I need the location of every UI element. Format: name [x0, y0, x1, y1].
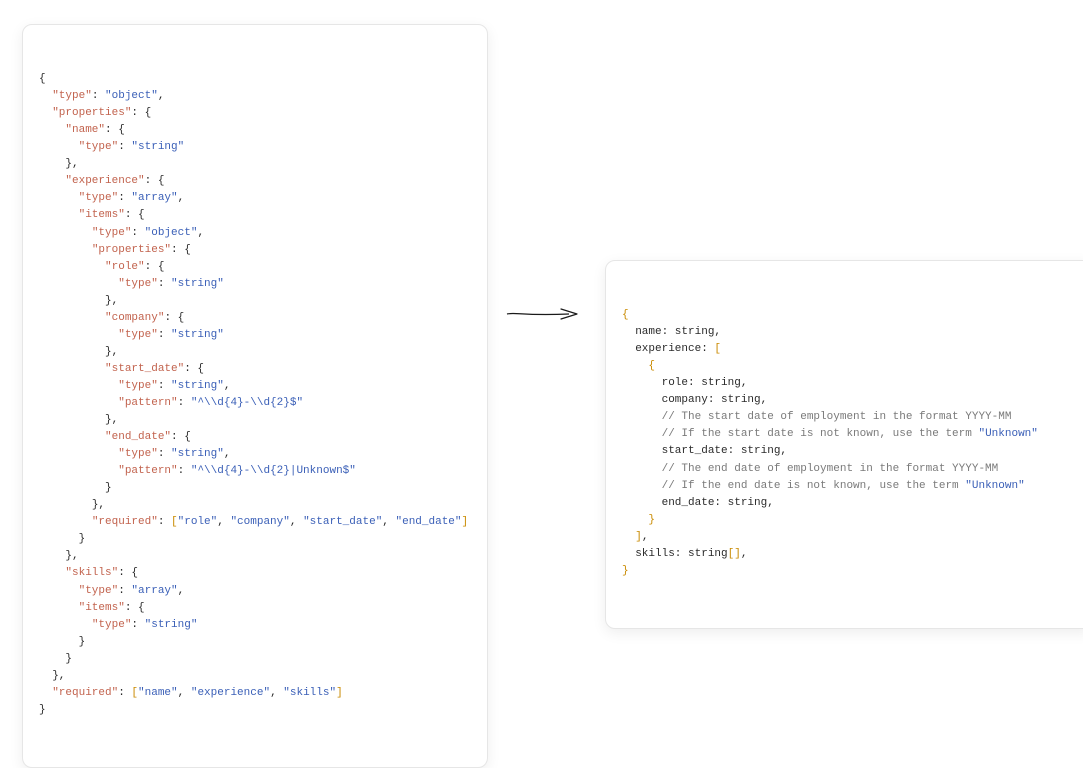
code-line: {: [622, 307, 1077, 324]
code-line: experience: [: [622, 341, 1077, 358]
code-line: }: [622, 563, 1077, 580]
code-line: "company": {: [39, 310, 471, 327]
code-line: "end_date": {: [39, 429, 471, 446]
code-line: {: [622, 358, 1077, 375]
code-line: "type": "string": [39, 327, 471, 344]
simplified-type-code: { name: string, experience: [ { role: st…: [622, 307, 1077, 580]
code-line: end_date: string,: [622, 495, 1077, 512]
code-line: },: [39, 156, 471, 173]
json-schema-code: { "type": "object", "properties": { "nam…: [39, 71, 471, 719]
code-line: "pattern": "^\\d{4}-\\d{2}$": [39, 395, 471, 412]
code-line: "properties": {: [39, 242, 471, 259]
code-line: "skills": {: [39, 565, 471, 582]
code-line: skills: string[],: [622, 546, 1077, 563]
code-line: // The end date of employment in the for…: [622, 461, 1077, 478]
code-line: }: [39, 531, 471, 548]
code-line: // The start date of employment in the f…: [622, 409, 1077, 426]
code-line: "required": ["role", "company", "start_d…: [39, 514, 471, 531]
code-line: "experience": {: [39, 173, 471, 190]
code-line: },: [39, 344, 471, 361]
diagram-canvas: { "type": "object", "properties": { "nam…: [0, 0, 1083, 649]
code-line: "name": {: [39, 122, 471, 139]
code-line: }: [622, 512, 1077, 529]
code-line: "items": {: [39, 600, 471, 617]
code-line: },: [39, 412, 471, 429]
code-line: "type": "object",: [39, 88, 471, 105]
code-line: },: [39, 668, 471, 685]
code-line: "pattern": "^\\d{4}-\\d{2}|Unknown$": [39, 463, 471, 480]
code-line: },: [39, 497, 471, 514]
code-line: // If the end date is not known, use the…: [622, 478, 1077, 495]
json-schema-card: { "type": "object", "properties": { "nam…: [22, 24, 488, 768]
code-line: }: [39, 634, 471, 651]
code-line: "start_date": {: [39, 361, 471, 378]
code-line: start_date: string,: [622, 443, 1077, 460]
code-line: name: string,: [622, 324, 1077, 341]
code-line: "type": "array",: [39, 583, 471, 600]
code-line: "type": "string": [39, 276, 471, 293]
code-line: "items": {: [39, 207, 471, 224]
code-line: "type": "string",: [39, 378, 471, 395]
code-line: }: [39, 702, 471, 719]
code-line: "type": "object",: [39, 225, 471, 242]
code-line: }: [39, 480, 471, 497]
code-line: ],: [622, 529, 1077, 546]
code-line: "role": {: [39, 259, 471, 276]
code-line: // If the start date is not known, use t…: [622, 426, 1077, 443]
code-line: "type": "string": [39, 617, 471, 634]
code-line: "required": ["name", "experience", "skil…: [39, 685, 471, 702]
code-line: "type": "string": [39, 139, 471, 156]
code-line: {: [39, 71, 471, 88]
code-line: role: string,: [622, 375, 1077, 392]
code-line: },: [39, 548, 471, 565]
code-line: "type": "array",: [39, 190, 471, 207]
code-line: },: [39, 293, 471, 310]
arrow-icon: [505, 306, 583, 322]
code-line: }: [39, 651, 471, 668]
code-line: "properties": {: [39, 105, 471, 122]
code-line: company: string,: [622, 392, 1077, 409]
code-line: "type": "string",: [39, 446, 471, 463]
simplified-type-card: { name: string, experience: [ { role: st…: [605, 260, 1083, 629]
